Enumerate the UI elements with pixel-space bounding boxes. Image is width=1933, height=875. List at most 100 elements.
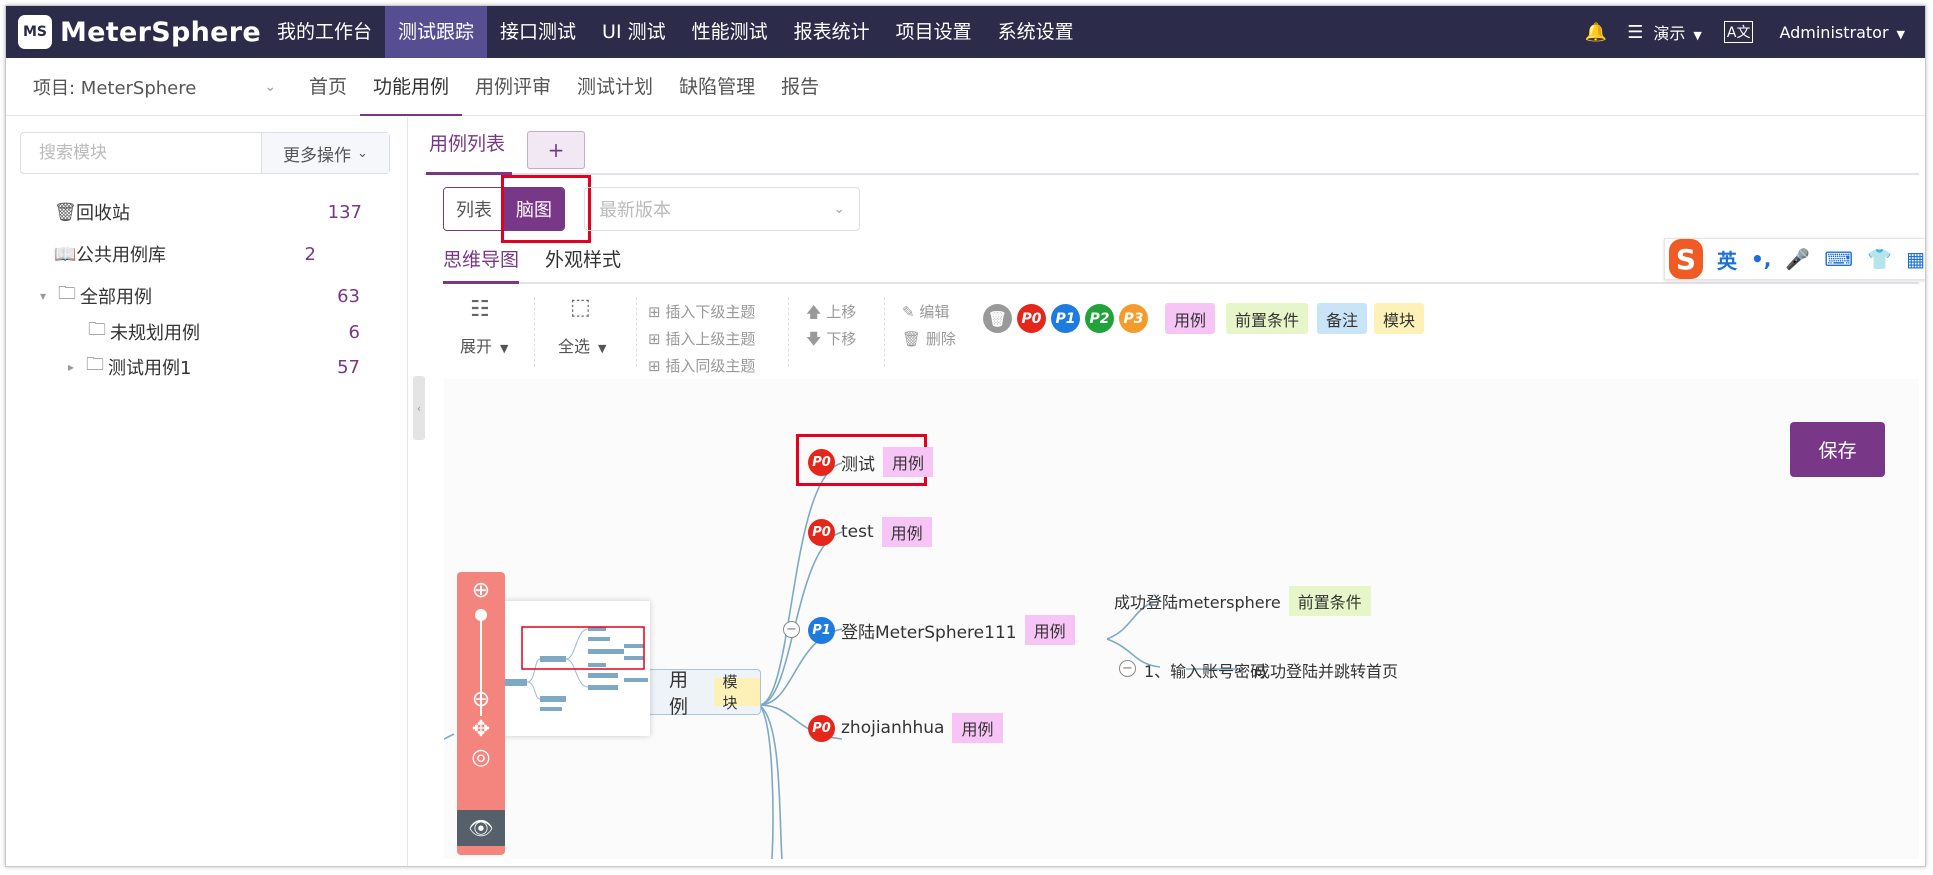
- toolbar-separator: [884, 297, 885, 367]
- subnav-functional-cases[interactable]: 功能用例: [360, 58, 463, 116]
- tag-precondition-button[interactable]: 前置条件: [1226, 303, 1309, 334]
- toolbar-separator: [788, 297, 789, 367]
- mindmap-node-case[interactable]: P0 test 用例: [808, 517, 932, 547]
- mindmap-node-case[interactable]: P0 测试 用例: [808, 447, 934, 477]
- book-icon: 📖: [54, 243, 77, 265]
- add-tab-button[interactable]: +: [527, 131, 585, 169]
- subnav-report[interactable]: 报告: [768, 58, 832, 116]
- nav-api-test[interactable]: 接口测试: [487, 6, 589, 58]
- sogou-logo-icon[interactable]: S: [1669, 239, 1704, 279]
- zoom-slider-handle[interactable]: [475, 609, 487, 621]
- collapse-node-icon[interactable]: −: [783, 621, 800, 638]
- collapse-node-icon[interactable]: −: [1119, 660, 1136, 677]
- zoom-out-icon[interactable]: ⊖: [457, 687, 505, 712]
- version-select[interactable]: 最新版本 ⌄: [584, 187, 860, 231]
- mindmap-canvas[interactable]: 保存 P0 测试 用例 P0 test 用例 − P1 登陆MeterSpher…: [444, 379, 1919, 859]
- node-tag: 用例: [883, 447, 934, 477]
- move-up-button[interactable]: 🡅 上移: [806, 301, 856, 327]
- tab-mindmap[interactable]: 思维导图: [443, 245, 519, 272]
- priority-badge: P0: [808, 518, 835, 546]
- nav-workbench[interactable]: 我的工作台: [264, 6, 385, 58]
- nav-ui-test[interactable]: UI 测试: [589, 6, 679, 58]
- skin-icon[interactable]: 👕: [1867, 247, 1892, 271]
- chevron-down-icon: ⌄: [833, 201, 845, 217]
- nav-project-settings[interactable]: 项目设置: [883, 6, 985, 58]
- edit-button[interactable]: ✎ 编辑: [902, 301, 949, 322]
- tree-item-public-library[interactable]: 📖 公共用例库 2: [6, 239, 386, 269]
- select-cursor-icon: ⬚: [570, 295, 591, 320]
- search-input[interactable]: [21, 133, 261, 173]
- delete-button[interactable]: 🗑 删除: [902, 328, 956, 349]
- tag-module-button[interactable]: 模块: [1374, 303, 1425, 334]
- user-menu[interactable]: Administrator ▼: [1779, 23, 1905, 42]
- logo[interactable]: MS MeterSphere: [6, 15, 264, 49]
- keyboard-icon[interactable]: ⌨: [1824, 247, 1853, 271]
- project-selector[interactable]: 项目: MeterSphere ⌄: [6, 74, 296, 100]
- nav-performance-test[interactable]: 性能测试: [679, 6, 781, 58]
- priority-p0-button[interactable]: P0: [1017, 304, 1046, 333]
- subnav-home[interactable]: 首页: [296, 58, 360, 116]
- nav-report-stats[interactable]: 报表统计: [781, 6, 883, 58]
- priority-badge: P1: [808, 616, 835, 644]
- tree-item-trash[interactable]: 🗑 回收站 137: [6, 197, 386, 227]
- folder-icon: 🗀: [88, 319, 106, 340]
- move-arrows-icon[interactable]: ✥: [457, 717, 505, 742]
- nav-test-track[interactable]: 测试跟踪: [385, 6, 488, 58]
- tree-item-unplanned[interactable]: 🗀 未规划用例 6: [6, 317, 386, 347]
- toolbar-separator: [534, 297, 535, 367]
- insert-child-icon: ⊞: [648, 303, 666, 321]
- insert-sibling-button[interactable]: ⊞ 插入同级主题: [648, 355, 755, 376]
- bell-icon[interactable]: 🔔: [1585, 22, 1607, 43]
- caret-right-icon[interactable]: ▸: [68, 360, 86, 374]
- mindmap-node-result[interactable]: 成功登陆并跳转首页: [1254, 658, 1398, 682]
- microphone-icon[interactable]: 🎤: [1785, 247, 1810, 271]
- workspace-switch[interactable]: 演示 ▼: [1653, 20, 1701, 44]
- mindmap-tab-divider: [443, 282, 1919, 284]
- expand-button[interactable]: 展开 ▼: [460, 333, 508, 357]
- tab-appearance[interactable]: 外观样式: [545, 245, 621, 272]
- subnav-case-review[interactable]: 用例评审: [462, 58, 564, 116]
- toolbar-separator: [636, 297, 637, 367]
- insert-child-button[interactable]: ⊞ 插入下级主题: [648, 301, 755, 322]
- tab-case-list[interactable]: 用例列表: [429, 129, 505, 156]
- trash-icon: 🗑: [902, 330, 926, 348]
- subnav-test-plan[interactable]: 测试计划: [564, 58, 666, 116]
- more-ops-button[interactable]: 更多操作 ⌄: [261, 133, 389, 173]
- save-button[interactable]: 保存: [1790, 422, 1885, 477]
- priority-p2-button[interactable]: P2: [1085, 304, 1114, 333]
- move-down-button[interactable]: 🡇 下移: [806, 328, 856, 354]
- module-sidebar: 更多操作 ⌄ 🗑 回收站 137 📖 公共用例库 2 ▾ 🗀 全部用例 63 🗀…: [6, 117, 408, 866]
- mindmap-node-case[interactable]: P1 登陆MeterSphere111 用例: [808, 615, 1075, 645]
- priority-p3-button[interactable]: P3: [1119, 304, 1148, 333]
- ime-mode-toggle[interactable]: 英: [1717, 245, 1737, 274]
- eye-icon[interactable]: 👁: [457, 810, 505, 846]
- mindmap-node-case[interactable]: P0 zhojianhhua 用例: [808, 713, 1003, 743]
- task-list-icon[interactable]: ☰: [1627, 22, 1643, 43]
- punctuation-icon[interactable]: •,: [1751, 247, 1771, 271]
- navbar-right: 🔔 ☰ 演示 ▼ A文 Administrator ▼: [1575, 6, 1905, 58]
- tag-case-button[interactable]: 用例: [1165, 303, 1216, 334]
- caret-down-icon[interactable]: ▾: [40, 289, 58, 303]
- nav-system-settings[interactable]: 系统设置: [985, 6, 1087, 58]
- language-icon[interactable]: A文: [1723, 21, 1754, 43]
- module-search: 更多操作 ⌄: [20, 132, 390, 174]
- zoom-in-icon[interactable]: ⊕: [457, 578, 505, 603]
- select-all-button[interactable]: 全选 ▼: [558, 333, 606, 357]
- priority-p1-button[interactable]: P1: [1051, 304, 1080, 333]
- view-list-button[interactable]: 列表: [444, 188, 504, 230]
- locate-center-icon[interactable]: ◎: [457, 745, 505, 770]
- node-tag: 用例: [881, 517, 932, 547]
- toolbox-icon[interactable]: ▦: [1906, 247, 1925, 271]
- insert-parent-button[interactable]: ⊞ 插入上级主题: [648, 328, 755, 349]
- subnav-defects[interactable]: 缺陷管理: [666, 58, 768, 116]
- ime-toolbar: S 英 •, 🎤 ⌨ 👕 ▦: [1664, 238, 1925, 280]
- tree-item-test-case-1[interactable]: ▸ 🗀 测试用例1 57: [6, 352, 386, 382]
- mindmap-node-step[interactable]: 1、输入账号密码: [1144, 658, 1266, 682]
- tree-item-all-cases[interactable]: ▾ 🗀 全部用例 63: [6, 281, 386, 311]
- mindmap-minimap[interactable]: [494, 601, 650, 736]
- highlight-box: [501, 175, 591, 243]
- mindmap-node-precondition[interactable]: 成功登陆metersphere 前置条件: [1114, 586, 1371, 616]
- mindmap-connectors: [444, 462, 1244, 859]
- clear-priority-icon[interactable]: 🗑: [983, 304, 1012, 333]
- tag-note-button[interactable]: 备注: [1317, 303, 1368, 334]
